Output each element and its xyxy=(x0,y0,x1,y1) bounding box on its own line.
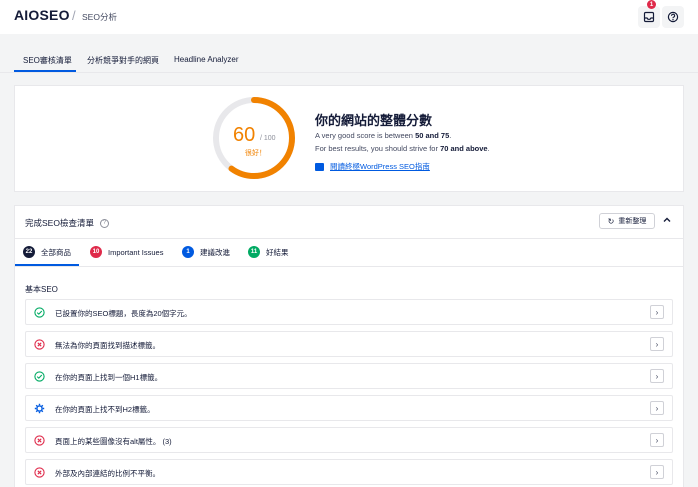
checklist-item-text: 頁面上的某些圖像沒有alt屬性。 (3) xyxy=(55,437,172,446)
book-icon xyxy=(315,162,324,171)
filter-label: 好結果 xyxy=(266,247,289,257)
score-max: / 100 xyxy=(260,135,276,142)
breadcrumb-current: SEO分析 xyxy=(82,12,117,22)
checklist-item-text: 無法為你的頁面找到描述標籤。 xyxy=(55,341,160,350)
filter-all-items[interactable]: 22 全部商品 xyxy=(23,246,71,258)
seo-checklist-card: 完成SEO檢查清單 ? ↻ 重新整理 22 全部商品 10 Important I… xyxy=(14,205,684,487)
tabs-divider xyxy=(0,72,698,73)
inbox-icon xyxy=(643,11,655,23)
score-description-1: A very good score is between 50 and 75. xyxy=(315,131,452,140)
logo-text-aio: AIO xyxy=(14,7,40,23)
chevron-up-icon[interactable] xyxy=(661,214,673,226)
tab-competitor-analysis[interactable]: 分析競爭對手的網頁 xyxy=(87,55,159,66)
filters-divider xyxy=(15,266,683,267)
x-circle-icon xyxy=(34,435,45,446)
checklist-item-text: 已設置你的SEO標題，長度為20個字元。 xyxy=(55,309,192,318)
checklist-item[interactable]: 在你的頁面上找不到H2標籤。 › xyxy=(25,395,673,421)
filter-count-badge: 11 xyxy=(248,246,260,258)
tab-headline-analyzer[interactable]: Headline Analyzer xyxy=(174,55,238,64)
score-description-2: For best results, you should strive for … xyxy=(315,144,490,153)
refresh-button[interactable]: ↻ 重新整理 xyxy=(599,213,655,229)
tab-seo-audit-checklist[interactable]: SEO審核清單 xyxy=(23,55,72,66)
filter-label: Important Issues xyxy=(108,247,164,257)
filter-count-badge: 1 xyxy=(182,246,194,258)
checklist-item[interactable]: 外部及內部連結的比例不平衡。 › xyxy=(25,459,673,485)
chevron-right-icon[interactable]: › xyxy=(650,337,664,351)
notifications-button[interactable] xyxy=(638,6,660,28)
aioseo-logo[interactable]: AIO SEO xyxy=(14,7,70,23)
checklist-title: 完成SEO檢查清單 ? xyxy=(25,217,109,229)
filter-label: 全部商品 xyxy=(41,247,71,257)
checklist-item-text: 在你的頁面上找到一個H1標籤。 xyxy=(55,373,163,382)
gear-icon xyxy=(34,403,45,414)
filter-important-issues[interactable]: 10 Important Issues xyxy=(90,246,163,258)
score-value: 60 xyxy=(233,124,256,146)
site-score-card: 60 / 100 很好！ 你的網站的整體分數 A very good score… xyxy=(14,85,684,192)
notification-badge: 1 xyxy=(647,0,656,9)
checklist-filters: 22 全部商品 10 Important Issues 1 建議改進 11 好結… xyxy=(15,239,683,266)
check-circle-icon xyxy=(34,371,45,382)
checklist-item[interactable]: 無法為你的頁面找到描述標籤。 › xyxy=(25,331,673,357)
score-title: 你的網站的整體分數 xyxy=(315,113,433,128)
breadcrumb-separator: / xyxy=(72,8,76,23)
filter-label: 建議改進 xyxy=(200,247,230,257)
chevron-right-icon[interactable]: › xyxy=(650,305,664,319)
chevron-right-icon[interactable]: › xyxy=(650,433,664,447)
checklist-item[interactable]: 頁面上的某些圖像沒有alt屬性。 (3) › xyxy=(25,427,673,453)
checklist-title-text: 完成SEO檢查清單 xyxy=(25,218,94,228)
score-rating: 很好！ xyxy=(245,150,266,157)
filter-good-results[interactable]: 11 好結果 xyxy=(248,246,289,258)
refresh-icon: ↻ xyxy=(607,216,615,226)
seo-analysis-tabs: SEO審核清單 分析競爭對手的網頁 Headline Analyzer xyxy=(0,46,698,74)
filter-count-badge: 22 xyxy=(23,246,35,258)
filter-recommended-improvements[interactable]: 1 建議改進 xyxy=(182,246,230,258)
top-header-bar: AIO SEO / SEO分析 1 xyxy=(0,0,698,34)
seo-guide-link[interactable]: 閱讀終極WordPress SEO指南 xyxy=(315,161,430,172)
question-icon[interactable]: ? xyxy=(99,218,109,228)
filter-count-badge: 10 xyxy=(90,246,102,258)
checklist-item[interactable]: 在你的頁面上找到一個H1標籤。 › xyxy=(25,363,673,389)
chevron-right-icon[interactable]: › xyxy=(650,401,664,415)
x-circle-icon xyxy=(34,467,45,478)
checklist-item-text: 在你的頁面上找不到H2標籤。 xyxy=(55,405,155,414)
refresh-label: 重新整理 xyxy=(618,218,647,225)
checklist-item[interactable]: 已設置你的SEO標題，長度為20個字元。 › xyxy=(25,299,673,325)
chevron-right-icon[interactable]: › xyxy=(650,465,664,479)
section-title-basic-seo: 基本SEO xyxy=(25,285,58,294)
help-circle-icon xyxy=(667,11,679,23)
x-circle-icon xyxy=(34,339,45,350)
logo-text-seo: SEO xyxy=(39,7,70,23)
chevron-right-icon[interactable]: › xyxy=(650,369,664,383)
check-circle-icon xyxy=(34,307,45,318)
checklist-item-text: 外部及內部連結的比例不平衡。 xyxy=(55,469,160,478)
seo-guide-link-text: 閱讀終極WordPress SEO指南 xyxy=(330,162,430,171)
help-button[interactable] xyxy=(662,6,684,28)
